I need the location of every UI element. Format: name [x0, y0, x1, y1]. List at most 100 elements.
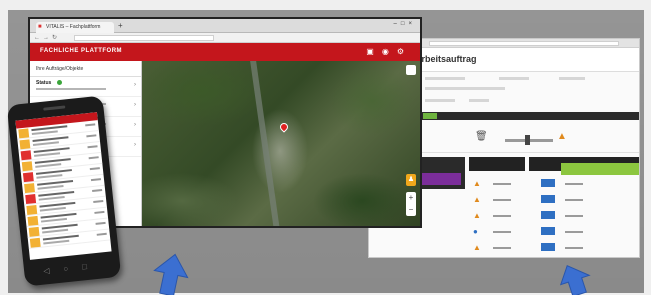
cell-text	[565, 199, 583, 201]
phone-screen	[15, 112, 112, 260]
cell-text	[493, 231, 511, 233]
status-swatch	[25, 194, 37, 205]
list-item-subtitle	[34, 152, 61, 157]
app-title: FACHLICHE PLATTFORM	[40, 48, 123, 54]
warning-icon: ▲	[473, 211, 481, 220]
list-item-subtitle	[42, 228, 69, 234]
list-item-subtitle	[38, 195, 65, 201]
url-bar-row: ←→↻	[30, 33, 420, 43]
green-highlight	[561, 163, 639, 175]
arrow-up-icon	[153, 253, 189, 295]
trash-icon[interactable]: 🗑	[475, 131, 488, 142]
zoom-in-icon[interactable]: +	[406, 192, 416, 204]
cell-text	[493, 199, 511, 201]
info-icon: ●	[473, 227, 478, 236]
list-item-meta	[86, 134, 97, 138]
cell-text	[493, 183, 511, 185]
status-ok-icon	[57, 80, 62, 85]
address-bar	[429, 41, 619, 46]
browser-tab[interactable]: ■ VITALIS – Fachplattform	[36, 22, 114, 33]
status-swatch	[22, 172, 34, 183]
status-cell[interactable]	[541, 179, 555, 187]
cell-text	[493, 215, 511, 217]
form-line	[559, 77, 585, 80]
list-item-subtitle	[35, 163, 62, 168]
zoom-out-icon[interactable]: −	[406, 204, 416, 216]
slider-row: 🗑 ▲	[417, 123, 639, 153]
fullscreen-icon[interactable]	[406, 65, 416, 75]
list-item-subtitle	[37, 185, 64, 190]
sidebar-header: Ihre Aufträge/Objekte	[30, 61, 141, 77]
list-item-meta	[94, 210, 105, 214]
status-swatch	[29, 237, 41, 248]
cell-text	[493, 247, 511, 249]
status-swatch	[18, 128, 30, 139]
section-chip	[423, 113, 437, 119]
status-swatch	[24, 183, 35, 194]
street-view-icon[interactable]: ♟	[406, 174, 416, 186]
section-bar	[417, 112, 639, 120]
status-swatch	[28, 226, 40, 237]
list-item-meta	[95, 221, 106, 225]
phone-speaker	[43, 105, 66, 111]
cell-text	[565, 247, 583, 249]
map-river	[250, 61, 280, 226]
url-field[interactable]	[74, 35, 214, 41]
status-swatch	[27, 215, 39, 226]
browser-chrome: ■ VITALIS – Fachplattform + –□×	[30, 19, 420, 33]
map-marker-icon[interactable]	[278, 121, 290, 133]
phone-nav-buttons-icon: ◁○□	[42, 260, 102, 276]
cell-text	[565, 215, 583, 217]
tab-title: VITALIS – Fachplattform	[46, 24, 101, 30]
warning-icon: ▲	[473, 195, 481, 204]
list-item-meta	[89, 167, 100, 171]
window-controls-icon[interactable]: –□×	[394, 21, 416, 27]
status-swatch	[20, 150, 32, 161]
warning-icon: ▲	[557, 131, 567, 142]
chevron-right-icon: ›	[134, 122, 136, 128]
status-cell[interactable]	[541, 243, 555, 251]
cell-text	[565, 183, 583, 185]
form-line	[469, 99, 489, 102]
list-item-meta	[93, 199, 104, 203]
header-action-icons[interactable]: ▣◉⚙	[366, 46, 412, 58]
slider-knob[interactable]	[525, 135, 530, 145]
status-cell[interactable]	[541, 227, 555, 235]
list-item-subtitle	[40, 217, 68, 223]
status-cell[interactable]	[541, 195, 555, 203]
status-swatch	[26, 204, 38, 215]
warning-icon: ▲	[473, 179, 481, 188]
list-item-subtitle	[39, 206, 66, 212]
list-item-meta	[87, 145, 98, 149]
arrow-up-left-icon	[560, 265, 591, 295]
status-cell[interactable]	[541, 211, 555, 219]
chevron-right-icon: ›	[134, 102, 136, 108]
list-item-meta	[96, 232, 107, 236]
status-swatch	[19, 139, 31, 150]
list-item-subtitle	[32, 141, 59, 146]
tab-favicon-icon: ■	[38, 24, 42, 30]
warning-icon: ▲	[473, 243, 481, 252]
purple-panel	[421, 173, 461, 185]
form-line	[499, 77, 529, 80]
sidebar-item-label: Status	[36, 80, 52, 86]
sidebar-item-subtext	[36, 88, 106, 90]
list-item-meta	[88, 156, 99, 160]
list-item-subtitle	[36, 174, 63, 179]
new-tab-icon[interactable]: +	[118, 21, 123, 31]
list-item-subtitle	[43, 239, 70, 245]
page-title: Arbeitsauftrag	[415, 54, 477, 64]
zoom-control[interactable]: + −	[406, 192, 416, 216]
list-item-meta	[90, 178, 102, 182]
form-line	[425, 77, 465, 80]
list-item-meta	[92, 189, 103, 193]
list-item-subtitle	[31, 130, 58, 136]
sidebar-item-status[interactable]: Status ›	[30, 77, 141, 97]
form-line	[425, 99, 455, 102]
chevron-right-icon: ›	[134, 142, 136, 148]
form-line	[425, 87, 505, 90]
navigation-icons[interactable]: ←→↻	[34, 34, 60, 42]
cell-text	[565, 231, 583, 233]
satellite-map[interactable]: ♟ + −	[142, 61, 420, 226]
app-header: FACHLICHE PLATTFORM ▣◉⚙	[30, 43, 420, 61]
